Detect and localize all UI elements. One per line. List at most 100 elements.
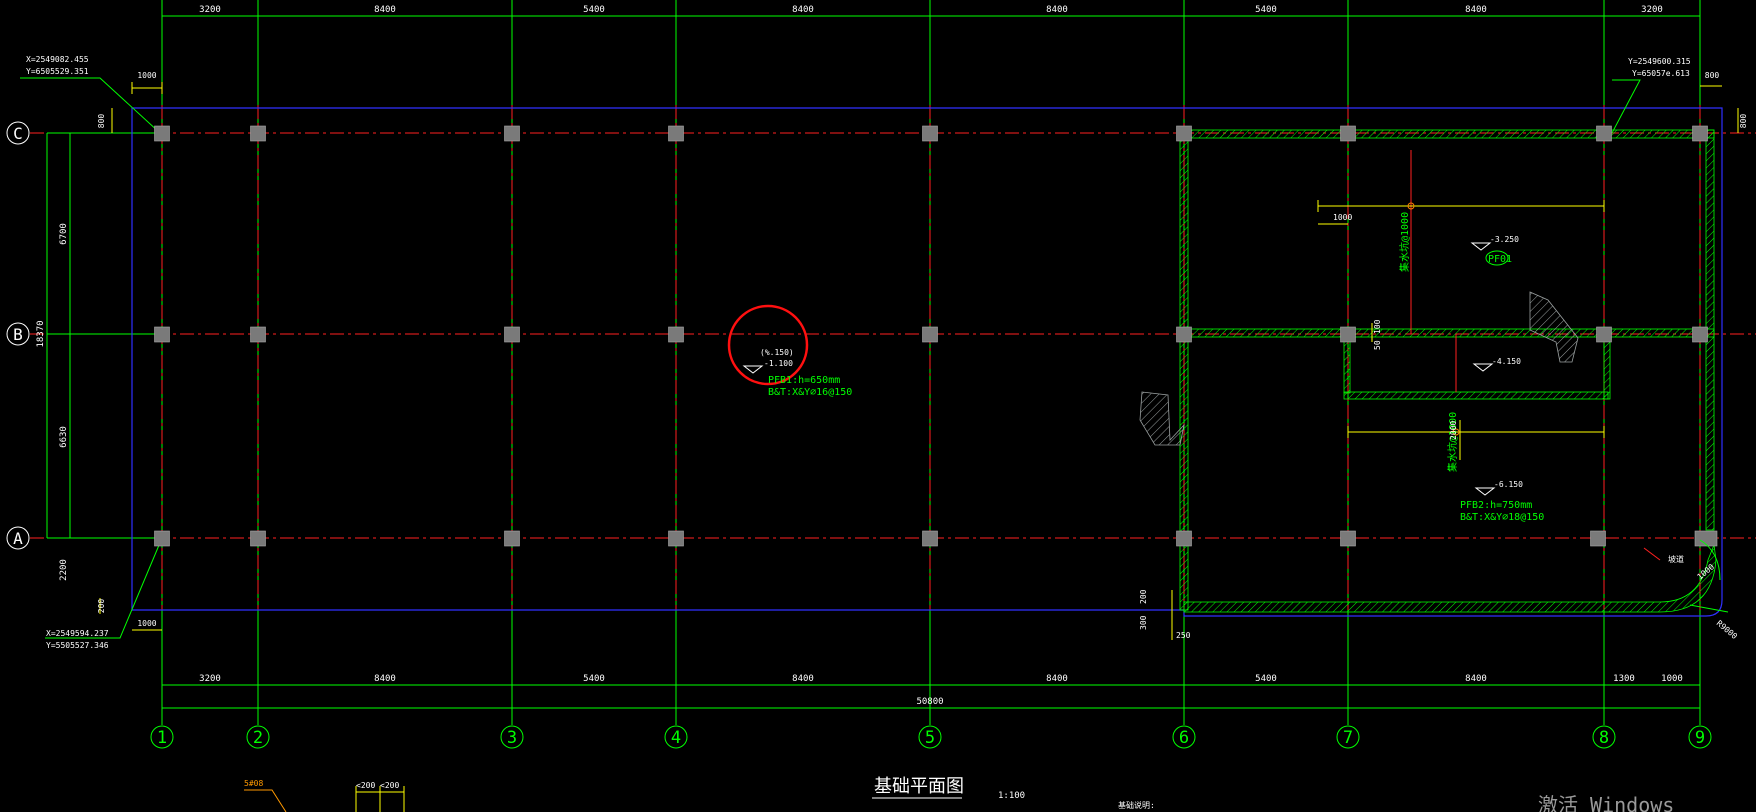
coord-bl-x: X=2549594.237 xyxy=(46,629,109,638)
column-8A xyxy=(1590,530,1606,547)
column-2A xyxy=(250,530,266,547)
coord-tl-x: X=2549082.455 xyxy=(26,55,89,64)
column-6A xyxy=(1176,530,1192,547)
pit-dim-1000: 1000 xyxy=(1333,213,1352,222)
left-dim-2: 6630 xyxy=(59,426,69,448)
circled-elevation: (%.150) xyxy=(760,348,794,357)
column-5B xyxy=(922,326,938,343)
top-dim: 8400 xyxy=(792,5,814,15)
bottom-dimension-texts: 3200 8400 5400 8400 8400 5400 8400 1300 1000 xyxy=(199,674,1683,684)
top-dim: 5400 xyxy=(583,5,605,15)
column-7B xyxy=(1340,326,1356,343)
drawing-scale: 1:100 xyxy=(998,791,1025,801)
vertical-note-1: 集水坑@1000 xyxy=(1398,212,1411,272)
notes-heading: 基础说明: xyxy=(1118,800,1155,810)
offset-bl-1000: 1000 xyxy=(137,619,156,628)
column-5A xyxy=(922,530,938,547)
top-dim: 3200 xyxy=(1641,5,1663,15)
bottom-dim: 5400 xyxy=(1255,674,1277,684)
axis-label-A: A xyxy=(13,529,23,548)
circled-elevation-2: -1.100 xyxy=(764,359,793,368)
column-8B xyxy=(1596,326,1612,343)
top-dim: 8400 xyxy=(374,5,396,15)
column-2C xyxy=(250,125,266,142)
detail-dim-b: <200 xyxy=(380,781,399,790)
column-3A xyxy=(504,530,520,547)
top-dim: 5400 xyxy=(1255,5,1277,15)
elev-615: -6.150 xyxy=(1494,480,1523,489)
bottom-dim: 1000 xyxy=(1661,674,1683,684)
bottom-dim: 5400 xyxy=(583,674,605,684)
detail-tag: 5#08 xyxy=(244,779,263,788)
bottom-dim: 1300 xyxy=(1613,674,1635,684)
bottom-dim: 8400 xyxy=(374,674,396,684)
axis-label-5: 5 xyxy=(925,728,935,748)
raft1-label: PFB1:h=650mm xyxy=(768,375,840,386)
column-1B xyxy=(154,326,170,343)
axis-label-1: 1 xyxy=(157,728,167,748)
pit-dim-2000: 2000 xyxy=(1449,421,1458,440)
offset-tl-800: 800 xyxy=(97,114,106,129)
left-dim-1: 6700 xyxy=(59,223,69,245)
axis-label-8: 8 xyxy=(1599,728,1609,748)
bottom-dim: 8400 xyxy=(1046,674,1068,684)
bottom-dim: 3200 xyxy=(199,674,221,684)
axis-label-C: C xyxy=(13,124,23,143)
top-dim: 3200 xyxy=(199,5,221,15)
offset-tr-800b: 800 xyxy=(1739,114,1748,129)
axis-label-6: 6 xyxy=(1179,728,1189,748)
cad-drawing-canvas[interactable]: 1 2 3 4 5 6 7 8 9 C B A 3200 8400 5400 8400 8400 5400 84… xyxy=(0,0,1756,812)
sump-dims xyxy=(1171,200,1605,640)
top-dim: 8400 xyxy=(1465,5,1487,15)
offset-bl-200: 200 xyxy=(97,599,106,614)
raft2-label: PFB2:h=750mm xyxy=(1460,500,1532,511)
elev-415: -4.150 xyxy=(1492,357,1521,366)
drawing-title: 基础平面图 xyxy=(874,776,964,797)
leader-lines xyxy=(20,77,1641,639)
axis-label-9: 9 xyxy=(1695,728,1705,748)
column-5C xyxy=(922,125,938,142)
bottom-dim: 8400 xyxy=(792,674,814,684)
coord-tr-x: Y=2549600.315 xyxy=(1628,57,1691,66)
detail-dim-a: <200 xyxy=(356,781,375,790)
left-total-dim: 18370 xyxy=(36,320,46,347)
sump-lines xyxy=(1410,150,1457,392)
elevation-marker xyxy=(742,365,764,374)
top-dim: 8400 xyxy=(1046,5,1068,15)
pit-dim-200: 200 xyxy=(1139,589,1148,604)
column-9C xyxy=(1692,125,1708,142)
left-dim-3: 2200 xyxy=(59,559,69,581)
column-6B xyxy=(1176,326,1192,343)
total-dimension: 50800 xyxy=(916,697,943,707)
bottom-dim: 8400 xyxy=(1465,674,1487,684)
coord-bl-y: Y=5505527.346 xyxy=(46,641,109,650)
coord-tl-y: Y=6505529.351 xyxy=(26,67,89,76)
column-7A xyxy=(1340,530,1356,547)
coord-tr-y: Y=65057e.613 xyxy=(1632,69,1690,78)
pit-walls xyxy=(1139,129,1717,613)
elev-325: -3.250 xyxy=(1490,235,1519,244)
offset-tr-800: 800 xyxy=(1705,71,1720,80)
axis-label-7: 7 xyxy=(1343,728,1353,748)
column-9B xyxy=(1692,326,1708,343)
axis-label-B: B xyxy=(13,325,23,344)
windows-watermark: 激活 Windows xyxy=(1538,793,1674,812)
pit-tag: PF01 xyxy=(1488,254,1512,265)
column-1A xyxy=(154,530,170,547)
highlight-circle xyxy=(727,304,809,386)
ramp-radius: R9000 xyxy=(1715,619,1739,641)
offset-tl-1000: 1000 xyxy=(137,71,156,80)
column-3B xyxy=(504,326,520,343)
column-4C xyxy=(668,125,684,142)
top-dimension-texts: 3200 8400 5400 8400 8400 5400 8400 3200 xyxy=(199,5,1663,15)
offset-dims xyxy=(99,82,1739,631)
axis-label-2: 2 xyxy=(253,728,263,748)
column-7C xyxy=(1340,125,1356,142)
pit-dim-250: 250 xyxy=(1176,631,1191,640)
elevation-marker-3 xyxy=(1472,363,1494,372)
column-6C xyxy=(1176,125,1192,142)
column-3C xyxy=(504,125,520,142)
column-axis-labels: 1 2 3 4 5 6 7 8 9 xyxy=(150,725,1712,749)
pit-dim-300: 300 xyxy=(1139,615,1148,630)
detail-leader xyxy=(244,789,287,812)
